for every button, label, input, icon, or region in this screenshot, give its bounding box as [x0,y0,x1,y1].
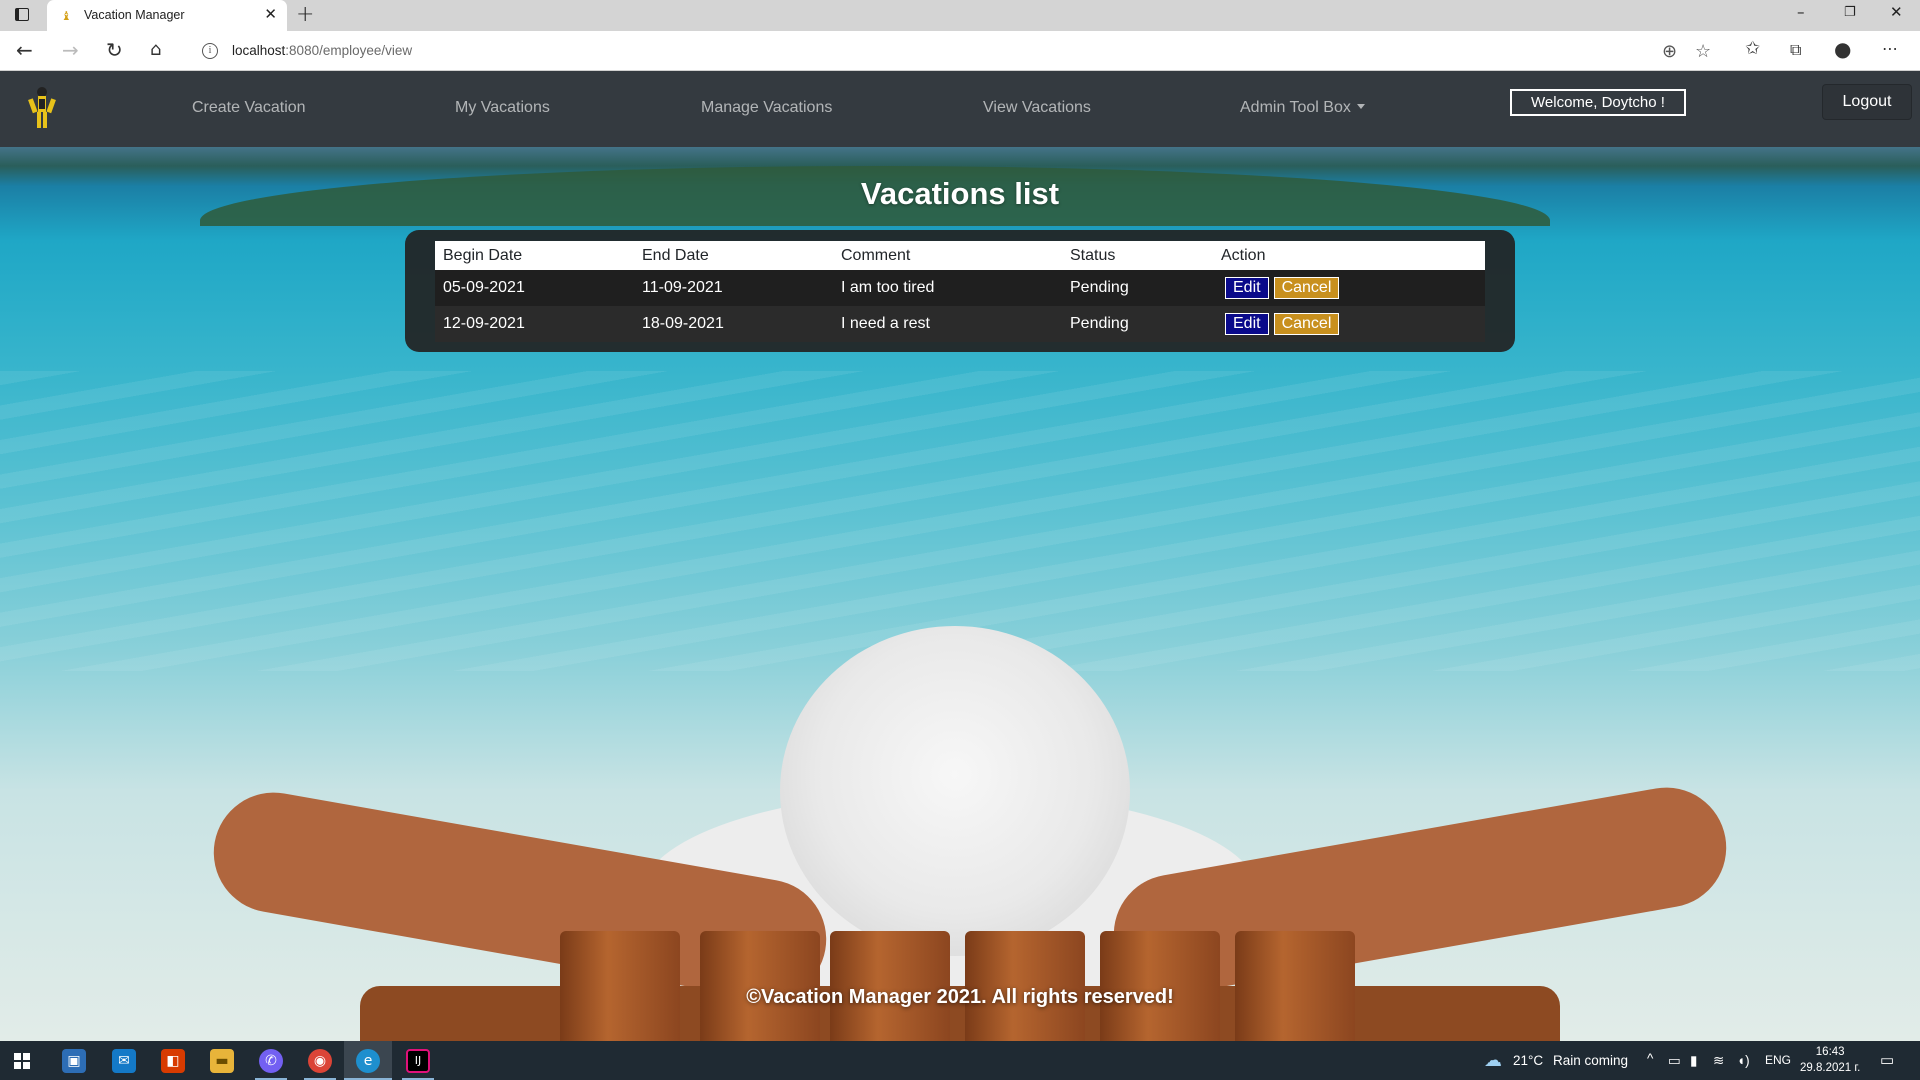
address-bar[interactable]: i localhost:8080/employee/view ⊕ ☆ [190,36,1720,66]
logout-button[interactable]: Logout [1823,85,1911,119]
end-date-cell: 18-09-2021 [634,306,833,342]
column-header: End Date [634,241,833,270]
page-viewport: Create Vacation My Vacations Manage Vaca… [0,71,1920,1041]
tab-close-icon[interactable]: ✕ [264,5,277,23]
nav-admin-tool-box-label: Admin Tool Box [1240,99,1351,116]
weather-text[interactable]: Rain coming [1553,1053,1628,1068]
tab-title: Vacation Manager [84,8,185,22]
status-cell: Pending [1062,270,1213,306]
edit-button[interactable]: Edit [1225,277,1269,299]
browser-tabstrip: ♝ Vacation Manager ✕ + – ❐ ✕ [0,0,1920,31]
vacations-table-card: Begin Date End Date Comment Status Actio… [405,230,1515,352]
mail-icon[interactable]: ✉ [112,1049,136,1073]
window-close-icon[interactable]: ✕ [1890,3,1903,21]
column-header: Begin Date [435,241,634,270]
new-tab-icon[interactable]: + [296,2,314,27]
action-cell: Edit Cancel [1213,306,1485,342]
wifi-icon[interactable]: ≋ [1713,1053,1724,1069]
browser-tab[interactable]: ♝ Vacation Manager ✕ [47,0,287,31]
nav-create-vacation[interactable]: Create Vacation [192,99,306,117]
volume-icon[interactable]: ◖) [1737,1053,1750,1068]
page-footer: ©Vacation Manager 2021. All rights reser… [746,986,1174,1008]
viber-icon[interactable]: ✆ [259,1049,283,1073]
begin-date-cell: 12-09-2021 [435,306,634,342]
cancel-button[interactable]: Cancel [1273,277,1340,299]
reload-icon[interactable]: ↻ [106,38,123,62]
file-explorer-icon[interactable]: ▬ [210,1049,234,1073]
vacations-table: Begin Date End Date Comment Status Actio… [435,241,1485,342]
status-cell: Pending [1062,306,1213,342]
begin-date-cell: 05-09-2021 [435,270,634,306]
edit-button[interactable]: Edit [1225,313,1269,335]
tab-actions-icon[interactable] [15,8,29,21]
clock-date: 29.8.2021 г. [1800,1062,1861,1074]
store-icon[interactable]: ▣ [62,1049,86,1073]
comment-cell: I need a rest [833,306,1062,342]
weather-temperature[interactable]: 21°C [1513,1053,1543,1068]
zoom-icon[interactable]: ⊕ [1662,41,1677,62]
table-header-row: Begin Date End Date Comment Status Actio… [435,241,1485,270]
vacation-manager-logo-icon[interactable] [24,85,60,131]
meet-now-icon[interactable]: ▭ [1668,1053,1681,1069]
clock-time: 16:43 [1815,1046,1845,1058]
chrome-icon[interactable]: ◉ [308,1049,332,1073]
cancel-button[interactable]: Cancel [1273,313,1340,335]
office-icon[interactable]: ◧ [161,1049,185,1073]
end-date-cell: 11-09-2021 [634,270,833,306]
page-title: Vacations list [860,176,1060,211]
nav-view-vacations[interactable]: View Vacations [983,99,1091,117]
nav-my-vacations[interactable]: My Vacations [455,99,550,117]
restore-icon[interactable]: ❐ [1844,5,1856,20]
favorites-icon[interactable]: ✩ [1745,38,1760,59]
more-menu-icon[interactable]: ⋯ [1882,39,1898,58]
weather-cloud-icon[interactable]: ☁ [1484,1050,1502,1071]
battery-icon[interactable]: ▮ [1690,1053,1697,1069]
action-cell: Edit Cancel [1213,270,1485,306]
back-icon[interactable]: ← [16,38,33,62]
tab-favicon-icon: ♝ [61,9,72,23]
forward-icon[interactable]: → [62,38,79,62]
column-header: Action [1213,241,1485,270]
profile-icon[interactable]: ● [1834,37,1851,61]
site-navbar: Create Vacation My Vacations Manage Vaca… [0,71,1920,147]
comment-cell: I am too tired [833,270,1062,306]
url-text[interactable]: localhost:8080/employee/view [232,43,412,58]
nav-admin-tool-box[interactable]: Admin Tool Box [1240,99,1365,117]
add-favorite-icon[interactable]: ☆ [1695,41,1711,62]
nav-manage-vacations[interactable]: Manage Vacations [701,99,832,117]
site-info-icon[interactable]: i [202,43,218,59]
background-hat [780,626,1130,956]
notifications-icon[interactable]: ▭ [1880,1051,1894,1069]
column-header: Status [1062,241,1213,270]
windows-taskbar: ▣ ✉ ◧ ▬ ✆ ◉ e IJ ☁ 21°C Rain coming ^ ▭ … [0,1041,1920,1080]
table-row: 05-09-2021 11-09-2021 I am too tired Pen… [435,270,1485,306]
edge-icon[interactable]: e [356,1049,380,1073]
collections-icon[interactable]: ⧉ [1790,40,1801,60]
welcome-badge: Welcome, Doytcho ! [1510,89,1686,116]
language-indicator[interactable]: ENG [1765,1053,1791,1067]
taskbar-clock[interactable]: 16:43 29.8.2021 г. [1800,1044,1860,1076]
table-row: 12-09-2021 18-09-2021 I need a rest Pend… [435,306,1485,342]
home-icon[interactable]: ⌂ [150,39,161,60]
intellij-icon[interactable]: IJ [406,1049,430,1073]
chevron-down-icon [1356,104,1365,109]
minimize-icon[interactable]: – [1797,3,1805,21]
windows-start-icon[interactable] [14,1053,30,1069]
browser-toolbar: ← → ↻ ⌂ i localhost:8080/employee/view ⊕… [0,31,1920,71]
tray-expand-icon[interactable]: ^ [1647,1051,1653,1066]
column-header: Comment [833,241,1062,270]
